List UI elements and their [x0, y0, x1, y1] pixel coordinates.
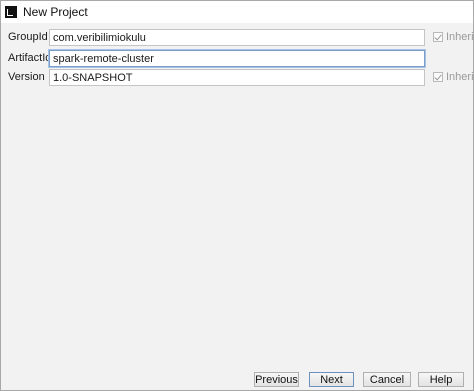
artifact-id-row: ArtifactId	[1, 50, 473, 67]
checkmark-icon	[433, 32, 443, 42]
button-bar: Previous Next Cancel Help	[1, 369, 473, 390]
version-inherit-checkbox[interactable]: Inherit	[433, 71, 474, 83]
form-panel: GroupId Inherit ArtifactId Version Inher…	[1, 23, 474, 369]
inherit-label: Inherit	[446, 71, 474, 83]
help-button[interactable]: Help	[418, 372, 464, 387]
version-field[interactable]	[49, 69, 425, 86]
next-button[interactable]: Next	[309, 372, 354, 387]
inherit-label: Inherit	[446, 31, 474, 43]
title-bar: New Project	[1, 1, 473, 23]
cancel-button[interactable]: Cancel	[363, 372, 411, 387]
previous-button[interactable]: Previous	[254, 372, 299, 387]
intellij-app-icon	[5, 6, 17, 18]
new-project-dialog: New Project GroupId Inherit ArtifactId V…	[0, 0, 474, 391]
group-id-label: GroupId	[8, 31, 48, 43]
artifact-id-field[interactable]	[49, 50, 425, 67]
group-id-inherit-checkbox[interactable]: Inherit	[433, 31, 474, 43]
artifact-id-label: ArtifactId	[8, 52, 52, 64]
version-label: Version	[8, 71, 45, 83]
checkmark-icon	[433, 72, 443, 82]
version-row: Version Inherit	[1, 69, 474, 86]
group-id-row: GroupId Inherit	[1, 29, 474, 46]
window-title: New Project	[23, 5, 88, 19]
group-id-field[interactable]	[49, 29, 425, 46]
